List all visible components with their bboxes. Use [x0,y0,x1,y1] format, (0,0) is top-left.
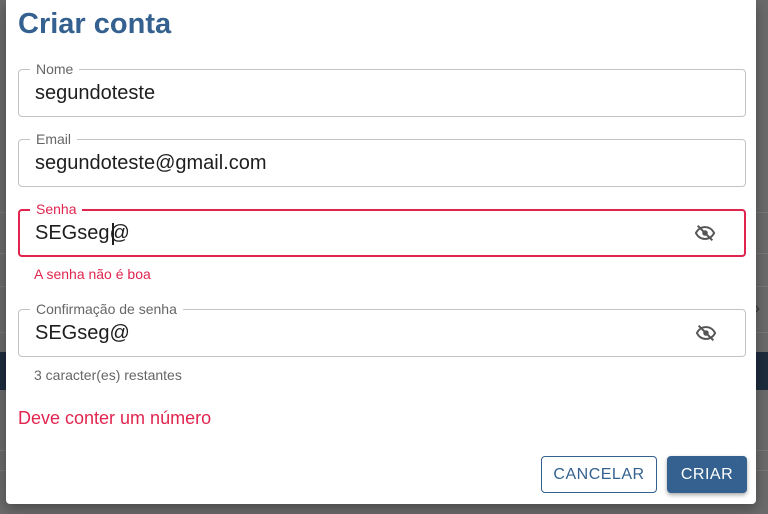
password-error-text: A senha não é boa [34,266,151,282]
confirm-password-field: Confirmação de senha [18,301,746,357]
password-rule-error: Deve conter um número [18,408,212,428]
name-input[interactable] [35,70,685,116]
text-cursor [112,223,114,245]
dialog-title: Criar conta [18,8,172,40]
password-input[interactable] [35,211,684,255]
create-button[interactable]: CRIAR [667,456,747,493]
email-input[interactable] [35,140,685,186]
name-field: Nome [18,61,746,117]
password-field: Senha [18,201,746,257]
eye-off-icon[interactable] [692,220,718,246]
eye-off-icon[interactable] [693,320,719,346]
confirm-password-input[interactable] [35,310,685,356]
cancel-button[interactable]: CANCELAR [541,456,657,493]
email-field: Email [18,131,746,187]
confirm-password-helper-text: 3 caracter(es) restantes [34,367,182,383]
create-account-dialog: Criar conta Nome Email Senha A senha não… [6,0,756,504]
